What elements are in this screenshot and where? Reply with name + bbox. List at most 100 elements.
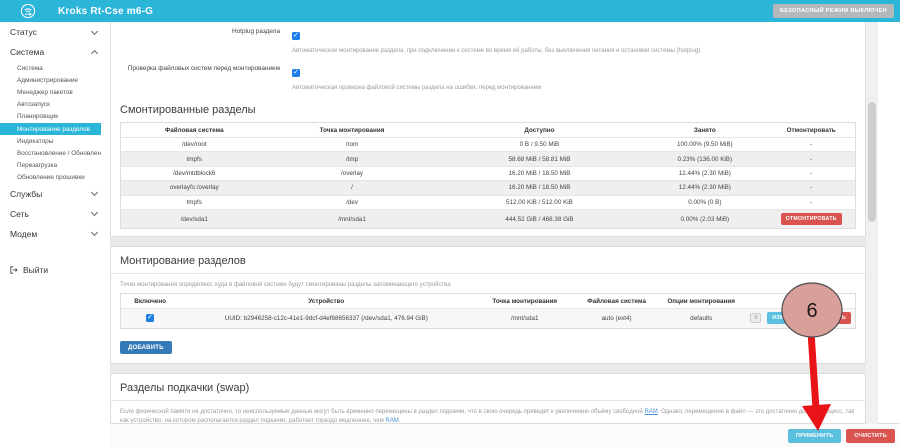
sidebar-item-administration[interactable]: Администрирование: [0, 74, 101, 86]
mounted-partitions-title: Смонтированные разделы: [120, 104, 856, 116]
action-bar: ПРИМЕНИТЬ ОЧИСТИТЬ: [110, 423, 900, 447]
delete-button[interactable]: УДАЛИТЬ: [814, 312, 851, 324]
table-row: UUID: b2946258-c12c-41e1-9dcf-d4ef686563…: [121, 309, 856, 328]
fsck-row: Проверка файловых систем перед монтирова…: [120, 62, 856, 96]
hotplug-checkbox[interactable]: [292, 32, 300, 40]
table-header-row: Файловая система Точка монтирования Дост…: [121, 123, 856, 138]
cell-unmount: -: [767, 195, 855, 209]
cell-mount-point: /mnt/sda1: [268, 209, 437, 228]
sidebar-item-indicators[interactable]: Индикаторы: [0, 135, 101, 147]
cell-unmount: -: [767, 166, 855, 180]
swap-hint: Если физической памяти не достаточно, то…: [120, 408, 856, 424]
cell-filesystem: auto (ext4): [576, 309, 657, 328]
column-header: Доступно: [437, 123, 643, 138]
sidebar-item-reboot[interactable]: Перезагрузка: [0, 160, 101, 172]
exit-icon: [10, 266, 18, 274]
app-header: Kroks Rt-Cse m6-G БЕЗОПАСНЫЙ РЕЖИМ ВЫКЛЮ…: [0, 0, 900, 22]
cell-available: 16.20 MiB / 18.50 MiB: [437, 166, 643, 180]
column-header: Файловая система: [576, 294, 657, 309]
hotplug-hint: Автоматическое монтирование раздела, при…: [292, 47, 856, 56]
safe-mode-button[interactable]: БЕЗОПАСНЫЙ РЕЖИМ ВЫКЛЮЧЕН: [773, 4, 894, 18]
column-header: Отмонтировать: [767, 123, 855, 138]
logout-button[interactable]: Выйти: [0, 257, 110, 283]
cell-used: 100.00% (9.50 MiB): [642, 138, 767, 152]
mount-config-title: Монтирование разделов: [120, 255, 856, 267]
cell-mount-point: /tmp: [268, 152, 437, 166]
column-header: Точка монтирования: [473, 294, 576, 309]
main-content: Hotplug раздела Автоматическое монтирова…: [110, 22, 866, 424]
cell-filesystem: overlayfs:/overlay: [121, 181, 268, 195]
column-header: Файловая система: [121, 123, 268, 138]
cell-available: 444.52 GiB / 468.38 GiB: [437, 209, 643, 228]
sidebar-item-firmware-update[interactable]: Обновление прошивки: [0, 172, 101, 184]
cell-filesystem: tmpfs: [121, 195, 268, 209]
drag-handle-icon[interactable]: ≡: [750, 313, 762, 323]
mount-config-table: Включено Устройство Точка монтирования Ф…: [120, 293, 856, 328]
swap-card: Разделы подкачки (swap) Если физической …: [110, 373, 866, 424]
column-header: Включено: [121, 294, 180, 309]
sidebar-item-autostart[interactable]: Автозапуск: [0, 99, 101, 111]
table-row: overlayfs:/overlay / 16.20 MiB / 18.50 M…: [121, 181, 856, 195]
fsck-hint: Автоматическая проверка файловой системы…: [292, 84, 856, 93]
add-mount-button[interactable]: ДОБАВИТЬ: [120, 341, 172, 354]
mount-config-hint: Точки монтирования определяют, куда в фа…: [120, 281, 856, 290]
cell-filesystem: /dev/root: [121, 138, 268, 152]
table-header-row: Включено Устройство Точка монтирования Ф…: [121, 294, 856, 309]
cell-options: defaults: [657, 309, 745, 328]
table-row: /dev/sda1 /mnt/sda1 444.52 GiB / 468.38 …: [121, 209, 856, 228]
table-row: tmpfs /dev 512.00 KiB / 512.00 KiB 0.00%…: [121, 195, 856, 209]
cell-filesystem: /dev/sda1: [121, 209, 268, 228]
apply-button[interactable]: ПРИМЕНИТЬ: [788, 429, 841, 443]
cell-used: 12.44% (2.30 MiB): [642, 166, 767, 180]
column-header: Устройство: [179, 294, 473, 309]
cell-filesystem: /dev/mtdblock6: [121, 166, 268, 180]
divider: [111, 400, 865, 401]
fsck-checkbox[interactable]: [292, 69, 300, 77]
cell-unmount: -: [767, 138, 855, 152]
chevron-down-icon: [91, 189, 98, 196]
scrollbar-thumb[interactable]: [868, 102, 876, 222]
sidebar-section-system[interactable]: Система: [0, 42, 110, 62]
cell-available: 16.20 MiB / 18.50 MiB: [437, 181, 643, 195]
sidebar-section-modem[interactable]: Модем: [0, 224, 110, 244]
scrollbar[interactable]: [866, 22, 878, 424]
column-header: Опции монтирования: [657, 294, 745, 309]
column-header-actions: [745, 294, 855, 309]
cell-available: 0 B / 9.50 MiB: [437, 138, 643, 152]
cell-mount-point: /mnt/sda1: [473, 309, 576, 328]
mounted-partitions-table: Файловая система Точка монтирования Дост…: [120, 122, 856, 229]
cell-used: 0.00% (2.03 MiB): [642, 209, 767, 228]
sidebar-section-services[interactable]: Службы: [0, 184, 110, 204]
divider: [111, 273, 865, 274]
cell-used: 12.44% (2.30 MiB): [642, 181, 767, 195]
cell-unmount: -: [767, 152, 855, 166]
cell-mount-point: /overlay: [268, 166, 437, 180]
table-row: tmpfs /tmp 58.68 MiB / 58.81 MiB 0.23% (…: [121, 152, 856, 166]
sidebar-item-system[interactable]: Система: [0, 62, 101, 74]
sidebar-item-recovery-update[interactable]: Восстановление / Обновление: [0, 147, 101, 159]
ram-link[interactable]: RAM: [644, 409, 657, 415]
column-header: Точка монтирования: [268, 123, 437, 138]
cell-unmount: ОТМОНТИРОВАТЬ: [767, 209, 855, 228]
column-header: Занято: [642, 123, 767, 138]
cell-used: 0.23% (136.00 KiB): [642, 152, 767, 166]
sidebar-item-scheduler[interactable]: Планировщик: [0, 111, 101, 123]
sidebar-section-network[interactable]: Сеть: [0, 204, 110, 224]
mount-enabled-checkbox[interactable]: [146, 314, 154, 322]
table-row: /dev/root /rom 0 B / 9.50 MiB 100.00% (9…: [121, 138, 856, 152]
cell-mount-point: /: [268, 181, 437, 195]
wifi-logo-icon: [20, 3, 36, 19]
hotplug-label: Hotplug раздела: [120, 25, 292, 59]
unmount-button[interactable]: ОТМОНТИРОВАТЬ: [781, 213, 842, 225]
sidebar: Статус Система Система Администрирование…: [0, 22, 110, 447]
sidebar-item-package-manager[interactable]: Менеджер пакетов: [0, 86, 101, 98]
clear-button[interactable]: ОЧИСТИТЬ: [846, 429, 895, 443]
sidebar-item-partition-mounting[interactable]: Монтирование разделов: [0, 123, 101, 135]
mount-config-card: Монтирование разделов Точки монтирования…: [110, 246, 866, 364]
chevron-up-icon: [91, 49, 98, 56]
edit-button[interactable]: ИЗМЕНИТЬ: [767, 312, 808, 324]
swap-title: Разделы подкачки (swap): [120, 382, 856, 394]
chevron-down-icon: [91, 209, 98, 216]
sidebar-section-status[interactable]: Статус: [0, 22, 110, 42]
chevron-down-icon: [91, 229, 98, 236]
